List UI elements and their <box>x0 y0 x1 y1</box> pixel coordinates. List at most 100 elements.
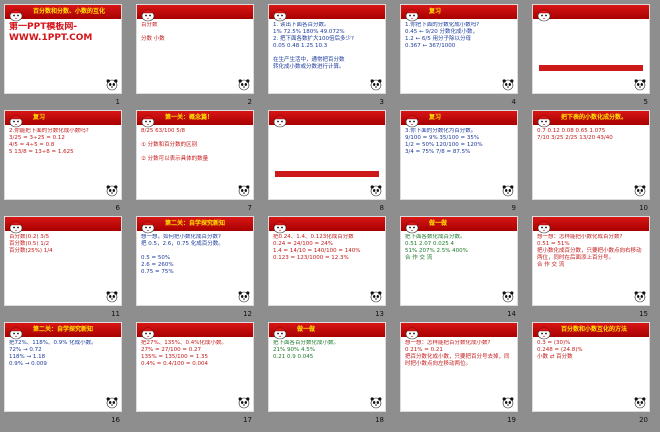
cartoon-bird-icon <box>271 218 289 235</box>
slide-number-label: 9 <box>511 204 516 212</box>
cartoon-bird-icon <box>535 218 553 235</box>
panda-icon <box>369 288 383 303</box>
panda-icon <box>633 394 647 409</box>
slide-number-label: 8 <box>379 204 384 212</box>
slide-content: 百分数 分数 小数 <box>141 22 165 42</box>
slide-content <box>537 22 645 89</box>
slide-thumbnail-5[interactable] <box>532 4 650 94</box>
slide-sorter-grid: 百分数和分数、小数的互化第一PPT模板网-WWW.1PPT.COM 1 百分数 分数… <box>0 0 660 432</box>
panda-icon <box>237 76 251 91</box>
slide-content: 把0.24、1.4、0.123化成百分数 0.24 = 24/100 = 24%… <box>273 234 361 261</box>
panda-icon <box>105 76 119 91</box>
panda-icon <box>105 288 119 303</box>
panda-icon <box>105 182 119 197</box>
panda-icon <box>633 182 647 197</box>
panda-icon <box>369 394 383 409</box>
slide-content: 0.7 0.12 0.08 0.65 1.075 7/10 3/25 2/25 … <box>537 128 613 141</box>
number-line-bar <box>275 171 379 177</box>
slide-content: 1.你把下面的分数化成小数吗? 0.45 ← 9/20 分数化成小数， 1.2 … <box>405 22 480 49</box>
slide-content: 把72%、118%、0.9% 化成小数。 72% → 0.72 118% → 1… <box>9 340 97 367</box>
slide-number-label: 12 <box>243 310 252 318</box>
slide-content: 把下面各百分数化成小数。 21% 90% 4.5% 0.21 0.9 0.045 <box>273 340 340 360</box>
cartoon-bird-icon <box>535 6 553 23</box>
cartoon-bird-icon <box>7 6 25 23</box>
slide-title: 第一关：概念篇！ <box>165 114 214 121</box>
slide-thumbnail-9[interactable]: 复习 3.你下面的分数化为百分数。 9/100 = 9% 35/100 = 35%… <box>400 110 518 200</box>
slide-content: 想一想：怎样能把小数化成百分数? 0.51 = 51% 把小数化成百分数，只要把… <box>537 234 642 268</box>
slide-title: 复习 <box>429 8 442 15</box>
slide-thumbnail-17[interactable]: 把27%、135%、0.4%化成小数。 27% = 27/100 = 0.27 … <box>136 322 254 412</box>
slide-number-label: 6 <box>115 204 120 212</box>
slide-content: 百分数(0.2) 3/5 百分数(0.5) 1/2 百分数(25%) 1/4 <box>9 234 53 254</box>
slide-thumbnail-2[interactable]: 百分数 分数 小数 <box>136 4 254 94</box>
panda-icon <box>501 288 515 303</box>
cartoon-bird-icon <box>139 6 157 23</box>
slide-content: 1. 读出下面各百分数。 1% 72.5% 180% 49.072% 2. 把下… <box>273 22 354 70</box>
panda-icon <box>237 288 251 303</box>
panda-icon <box>501 76 515 91</box>
slide-thumbnail-14[interactable]: 做一做把下面各数化成百分数。 0.51 2.07 0.025 4 51% 207… <box>400 216 518 306</box>
slide-number-label: 4 <box>511 98 516 106</box>
slide-thumbnail-3[interactable]: 1. 读出下面各百分数。 1% 72.5% 180% 49.072% 2. 把下… <box>268 4 386 94</box>
slide-number-label: 18 <box>375 416 384 424</box>
cartoon-bird-icon <box>403 218 421 235</box>
slide-number-label: 15 <box>639 310 648 318</box>
panda-icon <box>369 76 383 91</box>
slide-thumbnail-10[interactable]: 把下表的小数化成分数。 0.7 0.12 0.08 0.65 1.075 7/10… <box>532 110 650 200</box>
slide-title: 复习 <box>33 114 46 121</box>
slide-content <box>273 128 381 195</box>
slide-title: 第二关：自学探究新知 <box>33 326 94 333</box>
slide-number-label: 2 <box>247 98 252 106</box>
slide-content: 第一PPT模板网-WWW.1PPT.COM <box>9 22 93 43</box>
slide-thumbnail-8[interactable] <box>268 110 386 200</box>
slide-number-label: 5 <box>643 98 648 106</box>
slide-number-label: 1 <box>115 98 120 106</box>
cartoon-bird-icon <box>271 112 289 129</box>
cartoon-bird-icon <box>7 324 25 341</box>
slide-content: 0.3 = (30)% 0.248 = (24.8)% 小数 ⇄ 百分数 <box>537 340 583 360</box>
slide-title: 做一做 <box>429 220 448 227</box>
slide-thumbnail-7[interactable]: 第一关：概念篇！ 8/25 63/100 5/8 ① 分数和百分数的区别 ② 分数… <box>136 110 254 200</box>
panda-icon <box>501 394 515 409</box>
slide-thumbnail-18[interactable]: 做一做把下面各百分数化成小数。 21% 90% 4.5% 0.21 0.9 0.… <box>268 322 386 412</box>
slide-thumbnail-16[interactable]: 第二关：自学探究新知把72%、118%、0.9% 化成小数。 72% → 0.7… <box>4 322 122 412</box>
slide-number-label: 10 <box>639 204 648 212</box>
slide-number-label: 19 <box>507 416 516 424</box>
slide-thumbnail-13[interactable]: 把0.24、1.4、0.123化成百分数 0.24 = 24/100 = 24%… <box>268 216 386 306</box>
slide-content: 想一想，如何把小数化成百分数? 把 0.5，2.6，0.75 化成百分数。 0.… <box>141 234 224 275</box>
slide-content: 把下面各数化成百分数。 0.51 2.07 0.025 4 51% 207% 2… <box>405 234 468 261</box>
slide-number-label: 20 <box>639 416 648 424</box>
cartoon-bird-icon <box>7 112 25 129</box>
cartoon-bird-icon <box>535 112 553 129</box>
slide-thumbnail-6[interactable]: 复习 2.你能把下面的分数化成小数吗? 3/25 = 3÷25 = 0.12 4/… <box>4 110 122 200</box>
slide-thumbnail-15[interactable]: 想一想：怎样能把小数化成百分数? 0.51 = 51% 把小数化成百分数，只要把… <box>532 216 650 306</box>
panda-icon <box>237 182 251 197</box>
cartoon-bird-icon <box>139 218 157 235</box>
cartoon-bird-icon <box>139 324 157 341</box>
panda-icon <box>501 182 515 197</box>
slide-title: 做一做 <box>297 326 316 333</box>
slide-title: 把下表的小数化成分数。 <box>561 114 628 121</box>
slide-thumbnail-4[interactable]: 复习 1.你把下面的分数化成小数吗? 0.45 ← 9/20 分数化成小数， 1.… <box>400 4 518 94</box>
slide-content: 2.你能把下面的分数化成小数吗? 3/25 = 3÷25 = 0.12 4/5 … <box>9 128 89 155</box>
slide-title: 复习 <box>429 114 442 121</box>
slide-title: 百分数和分数、小数的互化 <box>33 8 106 15</box>
slide-thumbnail-19[interactable]: 想一想：怎样能把百分数化成小数? 0 21% = 0.21 把百分数化成小数，只… <box>400 322 518 412</box>
panda-icon <box>369 182 383 197</box>
panda-icon <box>105 394 119 409</box>
cartoon-bird-icon <box>7 218 25 235</box>
cartoon-bird-icon <box>535 324 553 341</box>
slide-thumbnail-20[interactable]: 百分数和小数互化的方法 0.3 = (30)% 0.248 = (24.8)% 小… <box>532 322 650 412</box>
slide-thumbnail-1[interactable]: 百分数和分数、小数的互化第一PPT模板网-WWW.1PPT.COM <box>4 4 122 94</box>
panda-icon <box>633 288 647 303</box>
slide-number-label: 13 <box>375 310 384 318</box>
slide-number-label: 7 <box>247 204 252 212</box>
panda-icon <box>633 76 647 91</box>
cartoon-bird-icon <box>271 324 289 341</box>
slide-title: 第二关：自学探究新知 <box>165 220 226 227</box>
slide-number-label: 14 <box>507 310 516 318</box>
slide-thumbnail-11[interactable]: 百分数(0.2) 3/5 百分数(0.5) 1/2 百分数(25%) 1/4 <box>4 216 122 306</box>
slide-number-label: 16 <box>111 416 120 424</box>
panda-icon <box>237 394 251 409</box>
slide-thumbnail-12[interactable]: 第二关：自学探究新知想一想，如何把小数化成百分数? 把 0.5，2.6，0.75… <box>136 216 254 306</box>
